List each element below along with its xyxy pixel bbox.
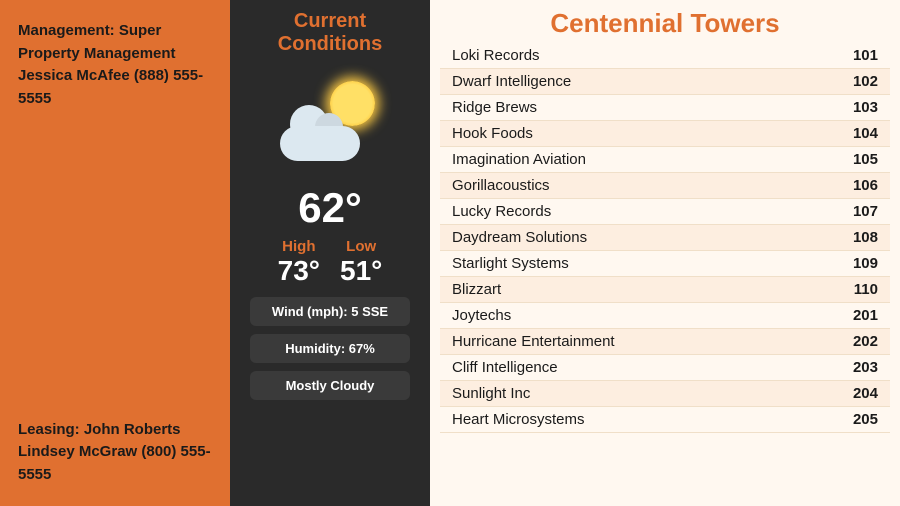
low-label: Low [340,238,382,255]
table-row: Loki Records101 [440,43,890,69]
tenant-suite: 203 [830,355,890,381]
leasing-contact: Lindsey McGraw (800) 555-5555 [18,443,211,483]
wind-box: Wind (mph): 5 SSE [250,297,410,326]
table-row: Joytechs201 [440,303,890,329]
weather-icon [275,76,385,166]
tenant-suite: 204 [830,381,890,407]
tenant-table: Loki Records101Dwarf Intelligence102Ridg… [440,43,890,433]
table-row: Hook Foods104 [440,121,890,147]
high-label: High [278,238,320,255]
management-block: Management: Super Property Management Je… [18,20,212,110]
tenant-name: Gorillacoustics [440,173,830,199]
tenant-suite: 110 [830,277,890,303]
tenants-panel: Centennial Towers Loki Records101Dwarf I… [430,0,900,506]
temperature: 62° [298,184,362,232]
table-row: Blizzart110 [440,277,890,303]
tenant-suite: 106 [830,173,890,199]
table-row: Dwarf Intelligence102 [440,69,890,95]
tenant-suite: 109 [830,251,890,277]
management-contact: Jessica McAfee (888) 555-5555 [18,67,203,107]
high-value: 73° [278,255,320,287]
table-row: Gorillacoustics106 [440,173,890,199]
low-block: Low 51° [340,238,382,287]
tenant-suite: 205 [830,407,890,433]
tenant-suite: 101 [830,43,890,69]
tenant-name: Hurricane Entertainment [440,329,830,355]
tenant-suite: 102 [830,69,890,95]
table-row: Ridge Brews103 [440,95,890,121]
table-row: Starlight Systems109 [440,251,890,277]
tenant-suite: 108 [830,225,890,251]
tenant-name: Blizzart [440,277,830,303]
leasing-text: Leasing: John Roberts [18,421,181,438]
table-row: Hurricane Entertainment202 [440,329,890,355]
tenant-name: Joytechs [440,303,830,329]
tenant-name: Sunlight Inc [440,381,830,407]
table-row: Lucky Records107 [440,199,890,225]
leasing-block: Leasing: John Roberts Lindsey McGraw (80… [18,419,212,487]
table-row: Cliff Intelligence203 [440,355,890,381]
management-text: Management: Super Property Management [18,22,176,62]
table-row: Imagination Aviation105 [440,147,890,173]
tenant-name: Daydream Solutions [440,225,830,251]
table-row: Sunlight Inc204 [440,381,890,407]
tenant-suite: 105 [830,147,890,173]
tenant-suite: 107 [830,199,890,225]
tenant-suite: 104 [830,121,890,147]
left-panel: Management: Super Property Management Je… [0,0,230,506]
tenant-suite: 201 [830,303,890,329]
building-title: Centennial Towers [440,0,890,43]
high-block: High 73° [278,238,320,287]
table-row: Heart Microsystems205 [440,407,890,433]
tenant-suite: 103 [830,95,890,121]
tenant-name: Loki Records [440,43,830,69]
humidity-box: Humidity: 67% [250,334,410,363]
tenant-name: Imagination Aviation [440,147,830,173]
high-low-block: High 73° Low 51° [278,238,383,287]
tenant-name: Ridge Brews [440,95,830,121]
tenant-name: Hook Foods [440,121,830,147]
tenant-name: Dwarf Intelligence [440,69,830,95]
low-value: 51° [340,255,382,287]
tenant-name: Lucky Records [440,199,830,225]
tenant-name: Starlight Systems [440,251,830,277]
table-row: Daydream Solutions108 [440,225,890,251]
weather-title: Current Conditions [240,10,420,56]
weather-panel: Current Conditions 62° High 73° Low 51° … [230,0,430,506]
condition-box: Mostly Cloudy [250,371,410,400]
tenant-name: Cliff Intelligence [440,355,830,381]
tenant-suite: 202 [830,329,890,355]
tenant-name: Heart Microsystems [440,407,830,433]
